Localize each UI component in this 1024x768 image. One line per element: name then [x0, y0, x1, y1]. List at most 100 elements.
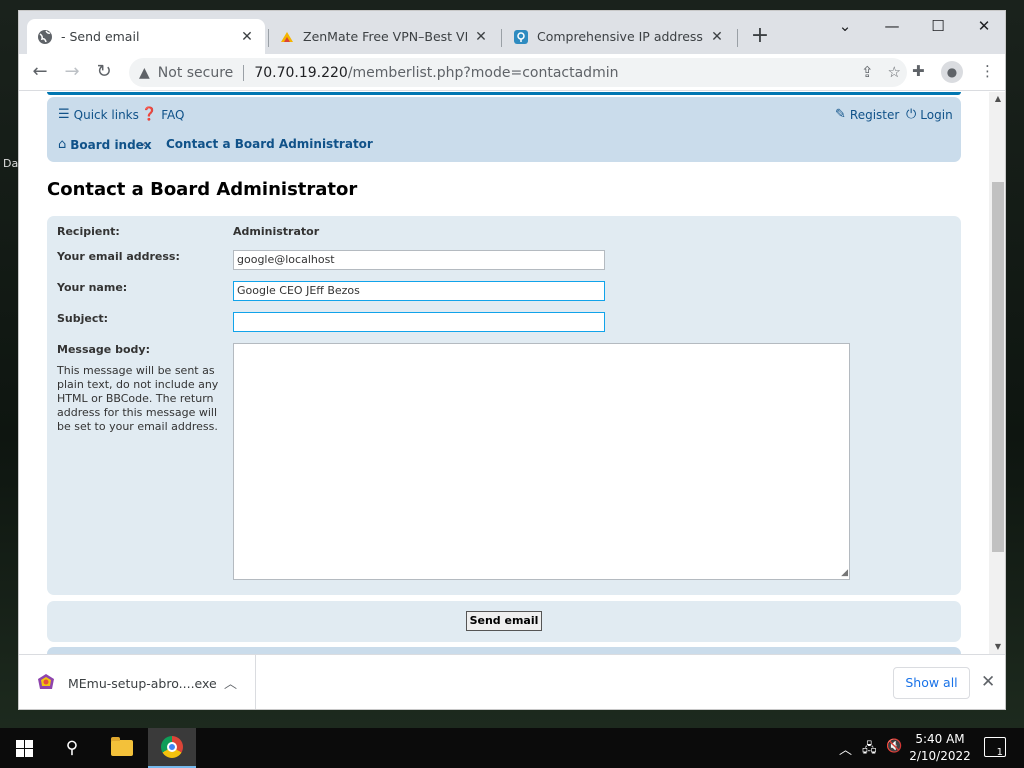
share-icon[interactable]: ⇪	[861, 63, 874, 81]
quick-links-link[interactable]: ☰ Quick links	[58, 107, 139, 122]
send-email-button[interactable]: Send email	[466, 611, 542, 631]
browser-window: - Send email ✕ ZenMate Free VPN–Best VPN…	[18, 10, 1006, 710]
contact-form-panel: Recipient: Administrator Your email addr…	[47, 216, 961, 595]
tab-title: - Send email	[61, 29, 140, 44]
tab-separator	[737, 29, 738, 47]
name-label: Your name:	[57, 281, 128, 294]
desktop-icon-label: Da	[3, 157, 19, 170]
quick-links-label: Quick links	[73, 107, 139, 122]
chrome-icon	[161, 736, 183, 758]
message-body-textarea[interactable]: ◢	[233, 343, 850, 580]
close-window-button[interactable]: ✕	[969, 17, 999, 35]
search-icon[interactable]: ⚲	[48, 728, 96, 768]
download-file-name: MEmu-setup-abro....exe	[68, 676, 217, 691]
back-arrow-icon[interactable]: ←	[28, 60, 52, 84]
volume-muted-icon[interactable]: 🔇	[886, 739, 902, 754]
notification-count: 1	[996, 747, 1003, 758]
tab-separator	[501, 29, 502, 47]
new-tab-button[interactable]: +	[748, 25, 772, 47]
breadcrumb-home-label: Board index	[70, 137, 152, 152]
download-bar: MEmu-setup-abro....exe ︿ Show all ✕	[19, 654, 1005, 709]
menu-kebab-icon[interactable]: ⋮	[980, 62, 995, 80]
minimize-button[interactable]: —	[877, 17, 907, 35]
windows-logo-icon	[15, 739, 33, 757]
message-body-label: Message body:	[57, 343, 150, 356]
browser-toolbar: ← → ↻ ▲ Not secure 70.70.19.220/memberli…	[19, 54, 1005, 91]
page-viewport: ☰ Quick links ❓ FAQ ✎ Register ⏻ Login ⌂	[19, 92, 1005, 654]
memu-installer-icon	[37, 673, 55, 691]
chevron-up-icon[interactable]: ︿	[839, 739, 852, 758]
close-icon[interactable]: ✕	[239, 29, 255, 45]
forward-arrow-icon[interactable]: →	[60, 60, 84, 84]
folder-icon	[111, 737, 133, 756]
recipient-label: Recipient:	[57, 225, 120, 238]
register-label: Register	[849, 107, 900, 122]
address-bar[interactable]: ▲ Not secure 70.70.19.220/memberlist.php…	[129, 58, 907, 87]
tab-title: Comprehensive IP address data,	[537, 29, 703, 44]
edit-icon: ✎	[835, 107, 846, 122]
url-host: 70.70.19.220	[254, 64, 348, 81]
reload-icon[interactable]: ↻	[92, 60, 116, 84]
tab-send-email[interactable]: - Send email ✕	[27, 19, 265, 54]
chevron-up-icon[interactable]: ︿	[224, 673, 237, 692]
url-path: /memberlist.php?mode=contactadmin	[347, 64, 619, 81]
network-icon[interactable]: 🖧	[862, 739, 877, 761]
power-icon: ⏻	[906, 107, 917, 122]
login-link[interactable]: ⏻ Login	[906, 107, 953, 122]
close-icon[interactable]: ✕	[709, 29, 725, 45]
name-field[interactable]: Google CEO JEff Bezos	[233, 281, 605, 301]
header-accent-bar	[47, 92, 961, 95]
close-icon[interactable]: ✕	[981, 672, 995, 692]
omnibox-divider	[243, 64, 245, 81]
login-label: Login	[920, 107, 953, 122]
breadcrumb-current-label: Contact a Board Administrator	[166, 137, 373, 151]
faq-link[interactable]: ❓ FAQ	[141, 107, 184, 122]
close-icon[interactable]: ✕	[473, 29, 489, 45]
email-field[interactable]: google@localhost	[233, 250, 605, 270]
page-scrollbar[interactable]: ▲ ▼	[989, 92, 1005, 654]
recipient-value: Administrator	[233, 225, 320, 238]
ipinfo-icon	[513, 29, 529, 45]
download-item[interactable]: MEmu-setup-abro....exe ︿	[19, 655, 256, 709]
resize-grip-icon[interactable]: ◢	[841, 568, 848, 578]
maximize-button[interactable]: ☐	[923, 17, 953, 35]
breadcrumb-separator-icon: ‹	[142, 137, 147, 151]
tab-title: ZenMate Free VPN–Best VPN for	[303, 29, 467, 44]
subject-field[interactable]	[233, 312, 605, 332]
warning-triangle-icon: ▲	[139, 64, 150, 81]
home-icon: ⌂	[58, 137, 67, 152]
breadcrumb-current[interactable]: Contact a Board Administrator	[166, 137, 373, 151]
notification-center-icon[interactable]: 1	[984, 737, 1006, 758]
question-circle-icon: ❓	[141, 107, 158, 122]
file-explorer-button[interactable]	[98, 728, 146, 768]
scroll-thumb[interactable]	[992, 182, 1004, 552]
breadcrumb-home[interactable]: ⌂ Board index	[58, 137, 152, 152]
start-button[interactable]	[0, 728, 48, 768]
profile-avatar-icon[interactable]: ●	[941, 61, 963, 83]
subject-label: Subject:	[57, 312, 109, 325]
footer-navbar	[47, 647, 961, 654]
message-body-explain: This message will be sent as plain text,…	[57, 364, 219, 433]
tab-zenmate[interactable]: ZenMate Free VPN–Best VPN for ✕	[269, 19, 499, 54]
extensions-puzzle-icon[interactable]: ✚	[912, 62, 925, 80]
scroll-up-arrow-icon[interactable]: ▲	[989, 92, 1005, 106]
submit-panel: Send email	[47, 601, 961, 642]
tab-strip: - Send email ✕ ZenMate Free VPN–Best VPN…	[19, 11, 1005, 54]
register-link[interactable]: ✎ Register	[835, 107, 899, 122]
globe-icon	[37, 29, 53, 45]
show-all-button[interactable]: Show all	[893, 667, 970, 699]
system-clock[interactable]: 5:40 AM 2/10/2022	[906, 731, 974, 765]
tab-search-chevron-icon[interactable]: ⌄	[830, 17, 860, 35]
hamburger-icon: ☰	[58, 107, 70, 122]
faq-label: FAQ	[161, 107, 185, 122]
forum-navbar: ☰ Quick links ❓ FAQ ✎ Register ⏻ Login ⌂	[47, 97, 961, 162]
zenmate-icon	[279, 29, 295, 45]
bookmark-star-icon[interactable]: ☆	[888, 63, 901, 81]
tab-ipinfo[interactable]: Comprehensive IP address data, ✕	[503, 19, 735, 54]
scroll-down-arrow-icon[interactable]: ▼	[989, 640, 1005, 654]
clock-date: 2/10/2022	[909, 749, 971, 763]
not-secure-label: Not secure	[157, 64, 234, 81]
chrome-taskbar-button[interactable]	[148, 728, 196, 768]
clock-time: 5:40 AM	[915, 732, 965, 746]
page-title: Contact a Board Administrator	[47, 179, 358, 200]
